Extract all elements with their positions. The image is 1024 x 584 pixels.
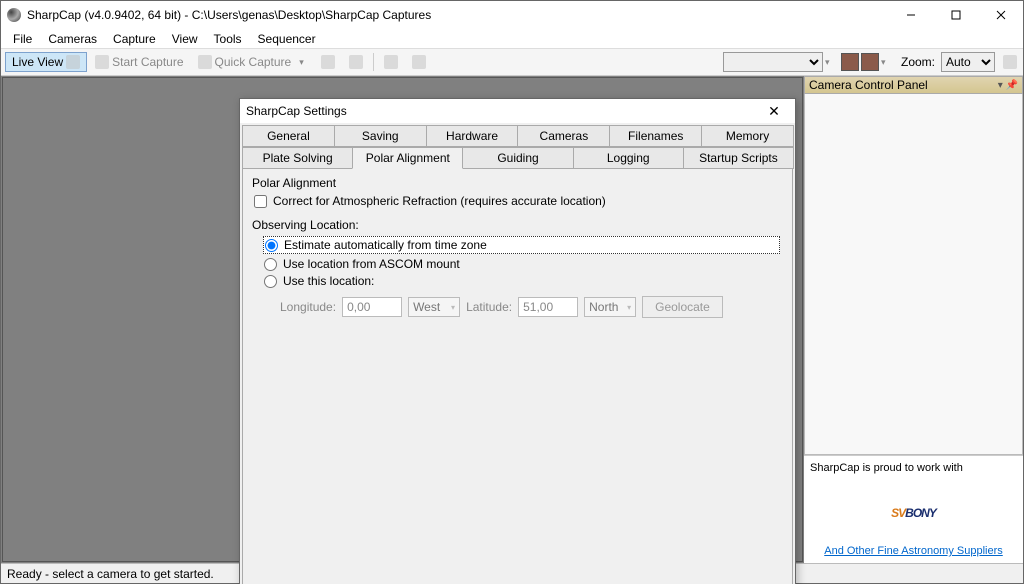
- longitude-input[interactable]: [342, 297, 402, 317]
- stop-button[interactable]: [315, 53, 341, 71]
- refraction-label: Correct for Atmospheric Refraction (requ…: [273, 194, 606, 208]
- main-window: SharpCap (v4.0.9402, 64 bit) - C:\Users\…: [0, 0, 1024, 584]
- dialog-close-button[interactable]: ✕: [759, 103, 789, 120]
- pin-icon[interactable]: ▾ 📌: [998, 80, 1018, 91]
- quick-capture-dropdown[interactable]: ▾: [299, 57, 313, 68]
- color-dropdown[interactable]: ▾: [881, 57, 895, 68]
- longitude-label: Longitude:: [280, 300, 336, 314]
- target-button[interactable]: [406, 53, 432, 71]
- dialog-title: SharpCap Settings: [246, 104, 759, 118]
- start-capture-button[interactable]: Start Capture: [89, 53, 189, 71]
- maximize-button[interactable]: [933, 1, 978, 29]
- observing-location-label: Observing Location:: [252, 218, 783, 232]
- stop-icon: [321, 55, 335, 69]
- menu-sequencer[interactable]: Sequencer: [250, 30, 324, 48]
- tab-content: Polar Alignment Correct for Atmospheric …: [242, 169, 793, 584]
- minimize-button[interactable]: [888, 1, 933, 29]
- radio-ascom-label: Use location from ASCOM mount: [283, 257, 460, 271]
- window-title: SharpCap (v4.0.9402, 64 bit) - C:\Users\…: [27, 8, 888, 22]
- menu-capture[interactable]: Capture: [105, 30, 164, 48]
- sponsor-logo[interactable]: SVBONY: [810, 488, 1017, 525]
- tab-cameras[interactable]: Cameras: [517, 125, 610, 147]
- longitude-dir-select[interactable]: West▾: [408, 297, 460, 317]
- tab-polar-alignment[interactable]: Polar Alignment: [352, 147, 463, 169]
- promo-tag: SharpCap is proud to work with: [810, 462, 1017, 474]
- separator: [373, 53, 374, 71]
- quick-capture-button[interactable]: Quick Capture: [192, 53, 298, 71]
- zoom-icon: [1003, 55, 1017, 69]
- menu-view[interactable]: View: [164, 30, 206, 48]
- live-view-button[interactable]: Live View: [5, 52, 87, 72]
- zoom-tool-button[interactable]: [997, 53, 1023, 71]
- snap-button[interactable]: [378, 53, 404, 71]
- tab-filenames[interactable]: Filenames: [609, 125, 702, 147]
- panel-header[interactable]: Camera Control Panel ▾ 📌: [804, 76, 1023, 94]
- tab-hardware[interactable]: Hardware: [426, 125, 519, 147]
- app-icon: [7, 8, 21, 22]
- pause-icon: [349, 55, 363, 69]
- zoom-select[interactable]: Auto: [941, 52, 995, 72]
- camera-control-panel: Camera Control Panel ▾ 📌 SharpCap is pro…: [804, 76, 1023, 563]
- radio-estimate[interactable]: [265, 239, 278, 252]
- tab-memory[interactable]: Memory: [701, 125, 794, 147]
- toolbar: Live View Start Capture Quick Capture ▾ …: [1, 49, 1023, 76]
- geolocate-button[interactable]: Geolocate: [642, 296, 723, 318]
- tab-guiding[interactable]: Guiding: [462, 147, 573, 169]
- quick-capture-icon: [198, 55, 212, 69]
- refraction-checkbox[interactable]: [254, 195, 267, 208]
- promo-box: SharpCap is proud to work with SVBONY An…: [804, 455, 1023, 563]
- dialog-titlebar: SharpCap Settings ✕: [240, 99, 795, 123]
- panel-title: Camera Control Panel: [809, 78, 928, 92]
- menu-file[interactable]: File: [5, 30, 40, 48]
- zoom-label: Zoom:: [901, 55, 935, 69]
- latitude-input[interactable]: [518, 297, 578, 317]
- object-select[interactable]: [723, 52, 823, 72]
- titlebar: SharpCap (v4.0.9402, 64 bit) - C:\Users\…: [1, 1, 1023, 29]
- close-button[interactable]: [978, 1, 1023, 29]
- tab-saving[interactable]: Saving: [334, 125, 427, 147]
- workarea: Camera Control Panel ▾ 📌 SharpCap is pro…: [1, 76, 1023, 563]
- pause-button[interactable]: [343, 53, 369, 71]
- tab-startup-scripts[interactable]: Startup Scripts: [683, 147, 794, 169]
- radio-use-location-label: Use this location:: [283, 274, 374, 288]
- settings-dialog: SharpCap Settings ✕ General Saving Hardw…: [239, 98, 796, 584]
- live-view-icon: [66, 55, 80, 69]
- tab-logging[interactable]: Logging: [573, 147, 684, 169]
- object-dropdown[interactable]: ▾: [825, 57, 839, 68]
- tab-plate-solving[interactable]: Plate Solving: [242, 147, 353, 169]
- radio-use-location[interactable]: [264, 275, 277, 288]
- latitude-label: Latitude:: [466, 300, 512, 314]
- latitude-dir-select[interactable]: North▾: [584, 297, 636, 317]
- radio-ascom[interactable]: [264, 258, 277, 271]
- record-icon: [95, 55, 109, 69]
- color-swatch-2[interactable]: [861, 53, 879, 71]
- panel-body: [804, 94, 1023, 455]
- radio-estimate-label: Estimate automatically from time zone: [284, 238, 487, 252]
- tab-rows: General Saving Hardware Cameras Filename…: [240, 123, 795, 169]
- polar-alignment-label: Polar Alignment: [252, 176, 783, 190]
- suppliers-link[interactable]: And Other Fine Astronomy Suppliers: [824, 545, 1003, 557]
- snap-icon: [384, 55, 398, 69]
- menubar: File Cameras Capture View Tools Sequence…: [1, 29, 1023, 49]
- menu-cameras[interactable]: Cameras: [40, 30, 105, 48]
- target-icon: [412, 55, 426, 69]
- tab-general[interactable]: General: [242, 125, 335, 147]
- menu-tools[interactable]: Tools: [206, 30, 250, 48]
- color-swatch-1[interactable]: [841, 53, 859, 71]
